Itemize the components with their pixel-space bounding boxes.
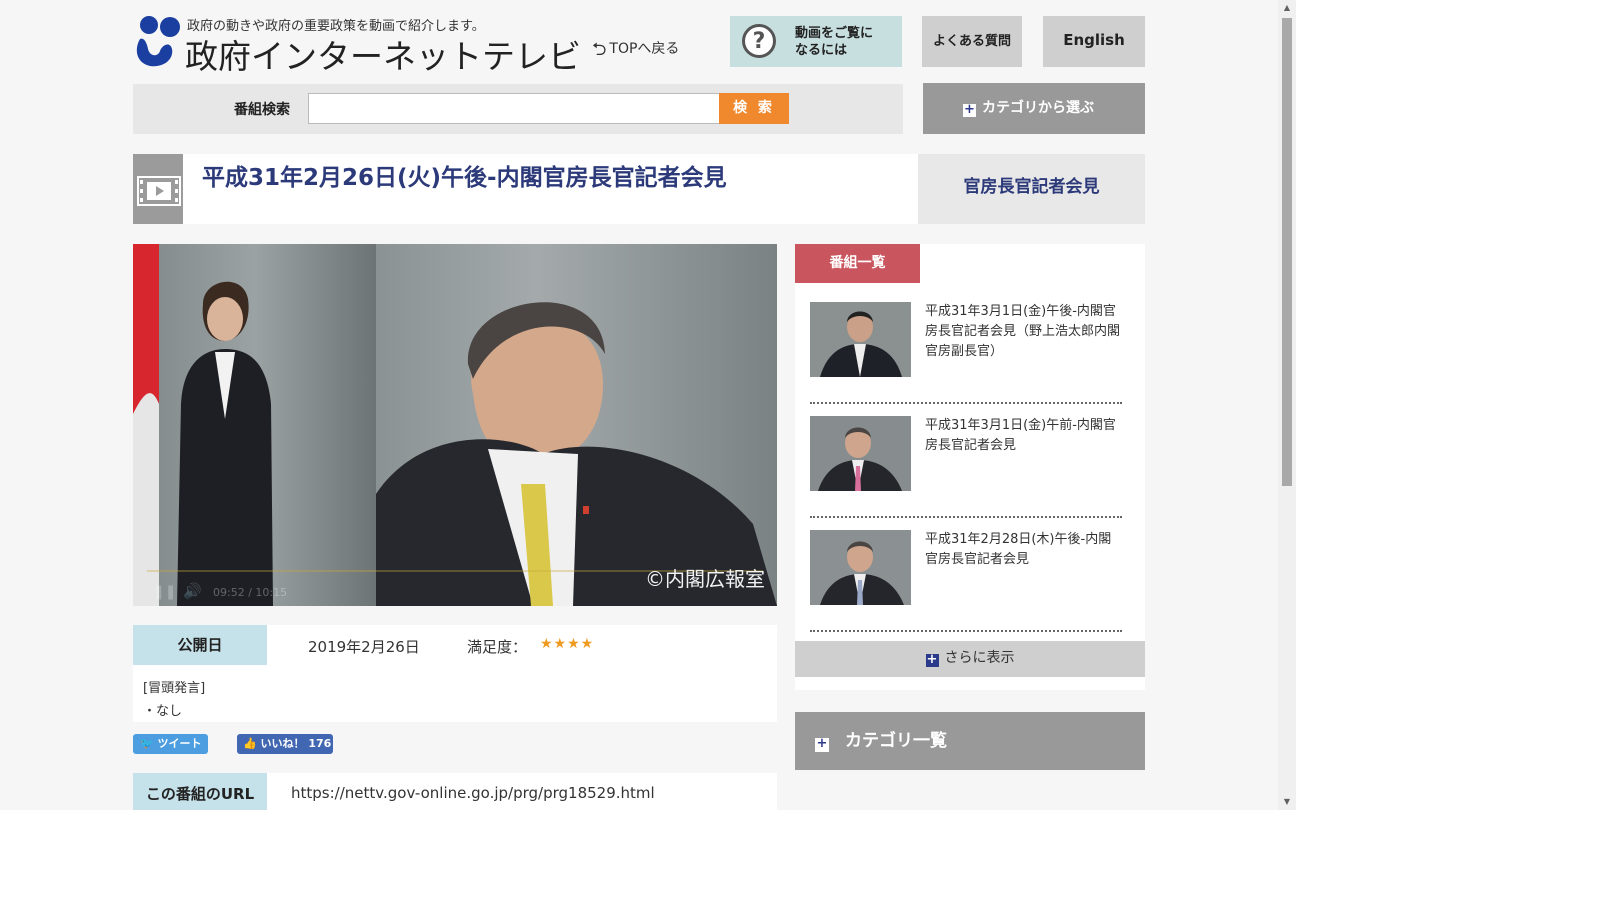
thumbnail-image (810, 416, 911, 491)
search-button[interactable]: 検 索 (719, 93, 789, 124)
english-button[interactable]: English (1043, 16, 1145, 67)
back-to-top-link[interactable]: ⮌ TOPへ戻る (592, 37, 679, 67)
return-arrow-icon: ⮌ (592, 39, 607, 60)
faq-button[interactable]: よくある質問 (922, 16, 1022, 67)
scroll-down-icon[interactable]: ▼ (1278, 794, 1296, 810)
list-item-title[interactable]: 平成31年2月28日(木)午後-内閣官房長官記者会見 (925, 530, 1121, 570)
satisfaction-stars: ★★★★ (540, 636, 595, 652)
site-logo[interactable] (132, 15, 182, 67)
volume-icon[interactable]: 🔊 (183, 582, 202, 600)
like-label: いいね！ 176 (260, 737, 332, 750)
search-bar: 番組検索 検 索 (133, 84, 903, 134)
how-to-watch-button[interactable]: ? 動画をご覧に なるには (730, 16, 902, 67)
thumbnail-image (810, 530, 911, 605)
publish-date-value: 2019年2月26日 (308, 638, 420, 656)
tweet-button[interactable]: 🐦 ツイート (133, 734, 208, 754)
program-description: [冒頭発言] ・なし (143, 681, 206, 719)
list-item-title[interactable]: 平成31年3月1日(金)午後-内閣官房長官記者会見（野上浩太郎内閣官房副長官） (925, 302, 1121, 362)
plus-icon: + (925, 652, 939, 667)
twitter-bird-icon: 🐦 (140, 737, 154, 750)
series-link[interactable]: 官房長官記者会見 (918, 154, 1145, 224)
program-thumbnail[interactable] (810, 416, 911, 491)
tweet-label: ツイート (157, 737, 202, 750)
how-to-watch-line2: なるには (795, 43, 848, 58)
vertical-scrollbar[interactable]: ▲ ▼ (1278, 0, 1296, 810)
thumbs-up-icon: 👍 (243, 737, 257, 750)
program-list-panel: 番組一覧 平成31年3月1日(金)午後-内閣官房長官記者会見（野上浩太郎内閣官房… (795, 244, 1145, 690)
browser-viewport: 政府の動きや政府の重要政策を動画で紹介します。 政府インターネットテレビ ⮌ TO… (0, 0, 1296, 810)
search-label: 番組検索 (234, 102, 290, 118)
scrollbar-thumb[interactable] (1282, 18, 1292, 486)
search-input[interactable] (308, 93, 720, 124)
program-url-value[interactable]: https://nettv.gov-online.go.jp/prg/prg18… (291, 784, 655, 802)
program-url-box: この番組のURL https://nettv.gov-online.go.jp/… (133, 773, 777, 810)
program-thumbnail[interactable] (810, 530, 911, 605)
thumbnail-image (810, 302, 911, 377)
select-category-button[interactable]: + カテゴリから選ぶ (923, 83, 1145, 134)
list-item[interactable]: 平成31年3月1日(金)午前-内閣官房長官記者会見 (810, 404, 1122, 518)
facebook-like-button[interactable]: 👍 いいね！ 176 (237, 734, 333, 754)
back-to-top-label: TOPへ戻る (609, 41, 680, 57)
category-list-label: カテゴリ一覧 (845, 731, 947, 751)
how-to-watch-line1: 動画をご覧に (795, 26, 874, 41)
show-more-label: さらに表示 (944, 650, 1015, 666)
site-title[interactable]: 政府インターネットテレビ (185, 30, 581, 78)
film-play-icon (137, 176, 181, 206)
how-to-watch-label: 動画をご覧に なるには (795, 25, 873, 59)
program-info: 公開日 2019年2月26日 満足度： ★★★★ [冒頭発言] ・なし (133, 625, 777, 722)
video-icon-box (133, 154, 183, 224)
list-item-title[interactable]: 平成31年3月1日(金)午前-内閣官房長官記者会見 (925, 416, 1121, 456)
program-thumbnail[interactable] (810, 302, 911, 377)
program-list-header: 番組一覧 (795, 244, 920, 283)
page-title: 平成31年2月26日(火)午後-内閣官房長官記者会見 (202, 165, 727, 191)
publish-date-label: 公開日 (133, 625, 267, 665)
program-title-bar: 平成31年2月26日(火)午後-内閣官房長官記者会見 (133, 154, 918, 224)
program-url-label: この番組のURL (133, 773, 267, 810)
plus-icon: + (963, 102, 976, 117)
video-player[interactable]: ❚❚ 🔊 09:52 / 10:15 ©内閣広報室 (133, 244, 777, 606)
video-copyright: ©内閣広報室 (645, 567, 765, 591)
category-list-button[interactable]: + カテゴリ一覧 (795, 712, 1145, 770)
satisfaction-label: 満足度： (467, 638, 528, 656)
pause-icon[interactable]: ❚❚ (153, 584, 176, 600)
question-icon: ? (742, 24, 776, 58)
scroll-up-icon[interactable]: ▲ (1278, 0, 1296, 16)
select-category-label: カテゴリから選ぶ (982, 100, 1094, 116)
plus-icon: + (815, 736, 829, 752)
list-item[interactable]: 平成31年2月28日(木)午後-内閣官房長官記者会見 (810, 518, 1122, 632)
video-frame (133, 244, 777, 606)
show-more-button[interactable]: + さらに表示 (795, 641, 1145, 677)
list-item[interactable]: 平成31年3月1日(金)午後-内閣官房長官記者会見（野上浩太郎内閣官房副長官） (810, 290, 1122, 404)
player-time: 09:52 / 10:15 (213, 586, 288, 599)
